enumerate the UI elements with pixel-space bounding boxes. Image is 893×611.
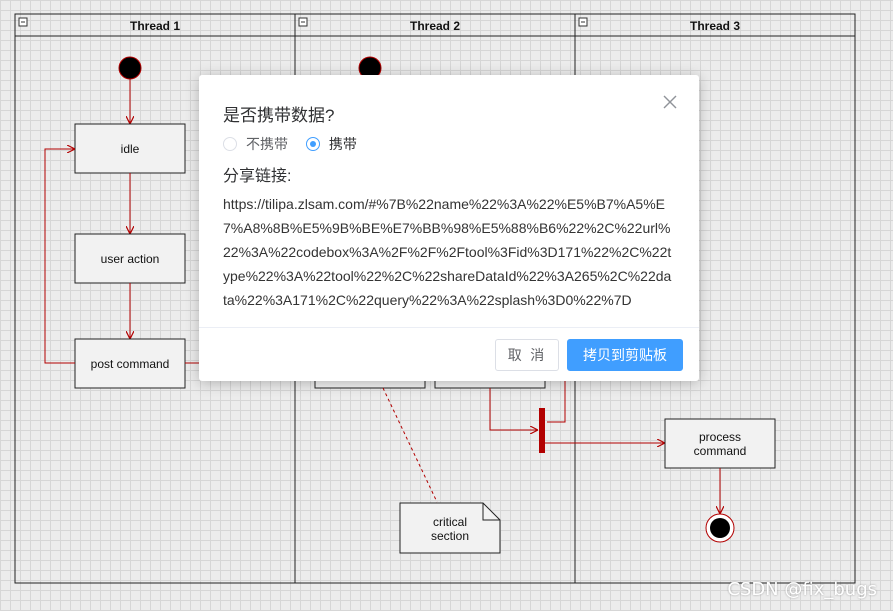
radio-carry[interactable]: 携带 (305, 134, 357, 154)
dialog-title: 是否携带数据? (223, 106, 335, 125)
copy-to-clipboard-button[interactable]: 拷贝到剪贴板 (567, 339, 683, 371)
close-icon[interactable] (661, 93, 679, 111)
dialog-footer: 取 消 拷贝到剪贴板 (199, 327, 699, 381)
share-link-text[interactable]: https://tilipa.zlsam.com/#%7B%22name%22%… (223, 192, 675, 312)
radio-label: 不携带 (246, 136, 288, 152)
radio-circle[interactable] (223, 137, 237, 151)
radio-no-carry[interactable]: 不携带 (223, 134, 288, 154)
carry-data-radio-group: 不携带 携带 (223, 134, 371, 152)
cancel-button[interactable]: 取 消 (495, 339, 559, 371)
watermark: CSDN @fix_bugs (727, 579, 877, 600)
radio-circle-checked[interactable] (305, 137, 320, 151)
radio-label: 携带 (328, 136, 357, 152)
share-dialog: 是否携带数据? 不携带 携带 分享链接: https://tilipa.zlsa… (199, 75, 699, 381)
share-link-label: 分享链接: (223, 168, 292, 185)
